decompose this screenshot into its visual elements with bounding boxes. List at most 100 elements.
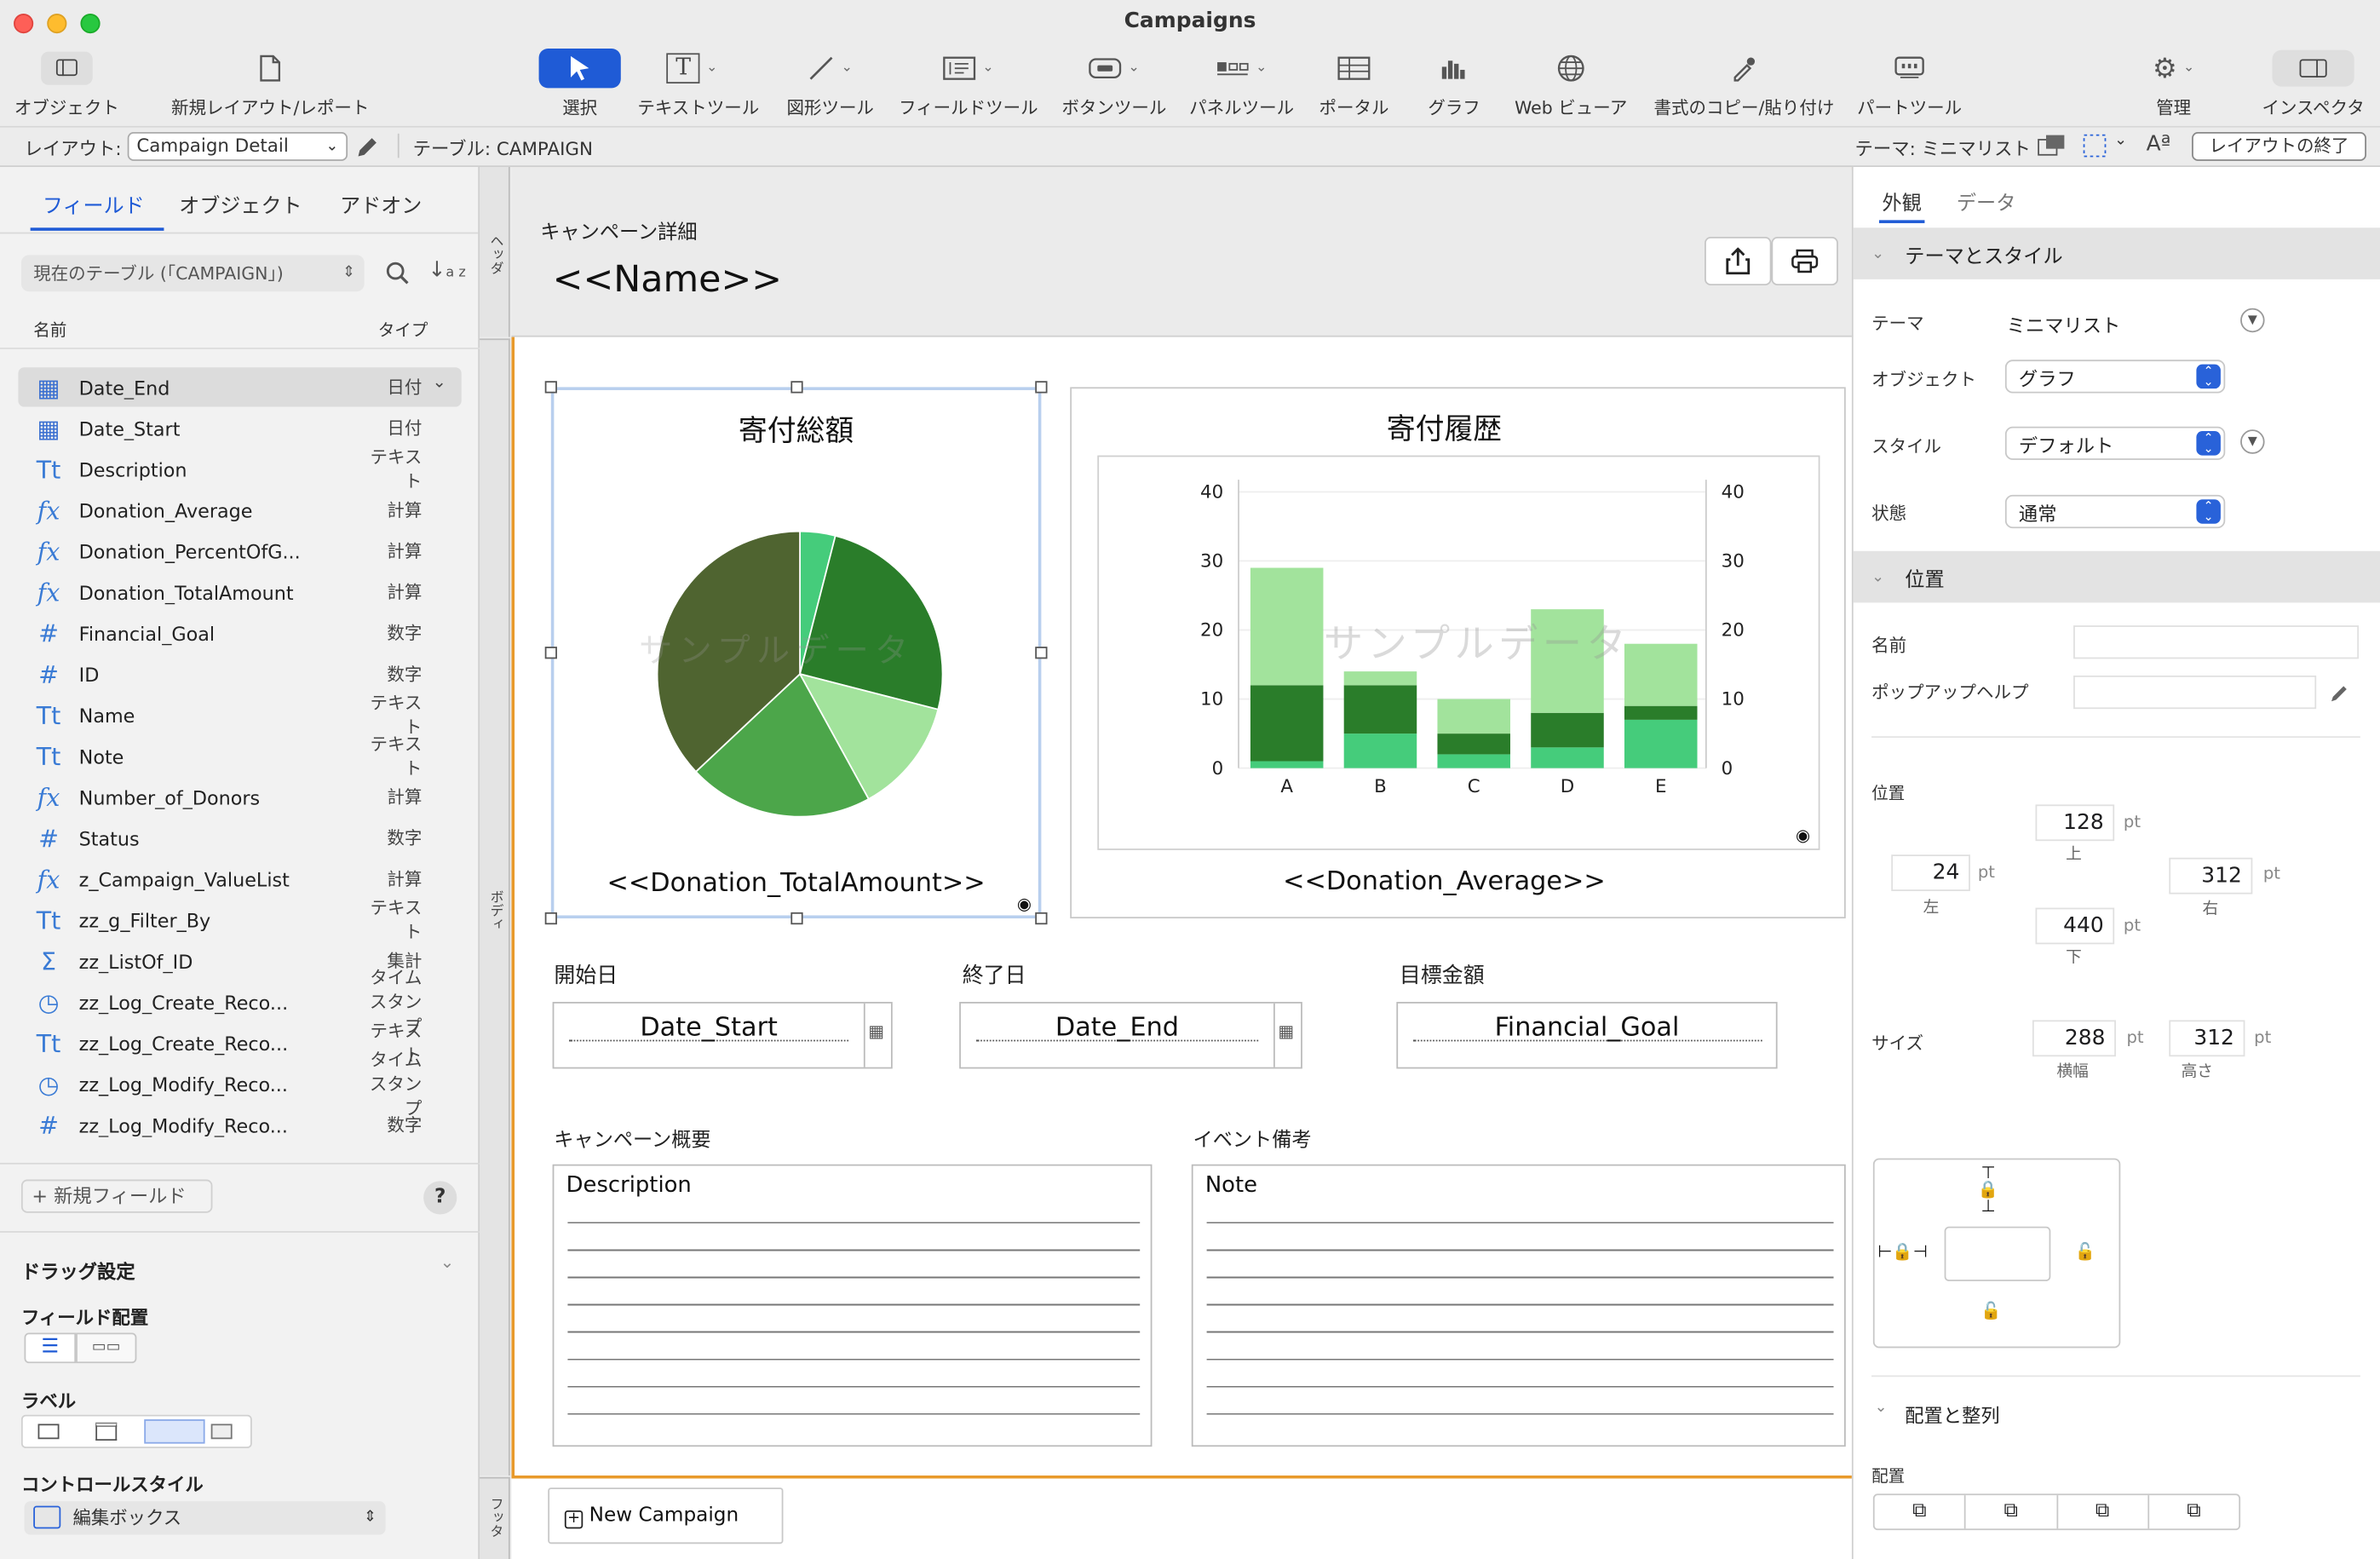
header-part-label[interactable]: ヘッダ xyxy=(480,167,510,337)
financial-goal-field[interactable]: Financial_Goal xyxy=(1396,1002,1778,1069)
format-painter-tool[interactable]: 書式のコピー/貼り付け xyxy=(1652,45,1837,119)
resize-handle[interactable] xyxy=(544,381,557,394)
resize-handle[interactable] xyxy=(1035,647,1048,659)
theme-icon[interactable] xyxy=(2037,134,2067,158)
chevron-down-icon[interactable]: ⌄ xyxy=(2114,132,2127,149)
start-date-field[interactable]: Date_Start ▦ xyxy=(552,1002,893,1069)
inspector-button[interactable]: インスペクタ xyxy=(2256,45,2371,119)
grid-icon[interactable] xyxy=(2083,134,2107,158)
left-anchor-lock-icon[interactable]: ⊢🔒⊣ xyxy=(1877,1242,1928,1262)
objects-button[interactable]: オブジェクト xyxy=(12,45,121,119)
bottom-anchor-unlock-icon[interactable]: 🔓 xyxy=(1980,1301,2001,1320)
style-menu-button[interactable]: ▼ xyxy=(2240,429,2265,454)
button-tool[interactable]: ⌄ ボタンツール xyxy=(1056,45,1171,119)
header-name-field[interactable]: <<Name>> xyxy=(553,258,783,301)
new-layout-button[interactable]: 新規レイアウト/レポート xyxy=(167,45,373,119)
tab-objects[interactable]: オブジェクト xyxy=(179,188,302,219)
position-right-input[interactable]: 312 xyxy=(2169,857,2253,895)
field-list-item[interactable]: Tt Description テキスト xyxy=(18,446,461,492)
field-tool[interactable]: ⌄ フィールドツール xyxy=(895,45,1041,119)
popup-help-input[interactable] xyxy=(2073,675,2317,710)
exit-layout-button[interactable]: レイアウトの終了 xyxy=(2192,132,2366,161)
bring-forward-icon[interactable]: ⧉ xyxy=(1966,1495,2058,1529)
web-viewer-tool[interactable]: Web ビューア xyxy=(1509,45,1633,119)
start-date-label[interactable]: 開始日 xyxy=(554,959,618,990)
bar-chart-object[interactable]: 寄付履歴 0 0 10 10 20 20 30 30 40 40 A B C D E サンプルデータ <<D… xyxy=(1070,387,1846,919)
arrange-align-section[interactable]: 配置と整列 xyxy=(1905,1400,1999,1429)
resize-handle[interactable] xyxy=(544,912,557,925)
body-part-label[interactable]: ボディ xyxy=(480,338,510,1476)
chevron-down-icon[interactable]: ⌄ xyxy=(440,1252,454,1272)
field-list-item[interactable]: Tt Note テキスト xyxy=(18,733,461,779)
new-campaign-button[interactable]: + New Campaign xyxy=(548,1487,784,1545)
field-list-item[interactable]: ▦ Date_Start 日付 xyxy=(18,408,461,447)
field-list-item[interactable]: # zz_Log_Modify_Reco... 数字 xyxy=(18,1105,461,1144)
table-select[interactable]: 現在のテーブル (「CAMPAIGN」) ⇕ xyxy=(20,255,365,292)
shape-tool[interactable]: ⌄ 図形ツール xyxy=(783,45,877,119)
theme-menu-button[interactable]: ▼ xyxy=(2240,308,2265,333)
print-button[interactable] xyxy=(1771,236,1838,285)
font-icon[interactable]: Aª xyxy=(2147,132,2171,157)
panel-tool[interactable]: ⌄ パネルツール xyxy=(1184,45,1299,119)
select-tool[interactable]: 選択 xyxy=(538,45,623,119)
field-list-item[interactable]: # ID 数字 xyxy=(18,654,461,693)
sort-icon[interactable]: ↓a z xyxy=(428,258,465,283)
footer-part-label[interactable]: フッタ xyxy=(480,1476,510,1559)
end-date-label[interactable]: 終了日 xyxy=(963,959,1026,990)
state-select[interactable]: 通常 ⌃ ⌄ xyxy=(2004,494,2226,529)
field-list-item[interactable]: Tt zz_g_Filter_By テキスト xyxy=(18,897,461,942)
size-width-input[interactable]: 288 xyxy=(2032,1020,2116,1057)
layout-select[interactable]: Campaign Detail ⌄ xyxy=(127,132,348,161)
field-placement-horizontal-button[interactable]: ▭▭ xyxy=(76,1332,137,1364)
field-list-item[interactable]: ▦ Date_End 日付 ⌄ xyxy=(18,367,462,407)
resize-handle[interactable] xyxy=(790,381,803,394)
field-list-item[interactable]: # Financial_Goal 数字 xyxy=(18,613,461,653)
field-list-item[interactable]: fx Number_of_Donors 計算 xyxy=(18,777,461,816)
field-list-item[interactable]: fx z_Campaign_ValueList 計算 xyxy=(18,860,461,899)
pencil-icon[interactable] xyxy=(2330,682,2351,703)
size-height-input[interactable]: 312 xyxy=(2169,1020,2245,1057)
tab-fields[interactable]: フィールド xyxy=(43,188,145,219)
part-tool[interactable]: パートツール xyxy=(1854,45,1963,119)
field-list-item[interactable]: ◷ zz_Log_Modify_Reco... タイムスタンプ xyxy=(18,1049,461,1119)
pie-chart-object[interactable]: 寄付総額 サンプルデータ <<Donation_TotalAmount>> ◉ xyxy=(550,387,1042,919)
resize-handle[interactable] xyxy=(790,912,803,925)
style-select[interactable]: デフォルト ⌃ ⌄ xyxy=(2004,426,2226,460)
financial-goal-label[interactable]: 目標金額 xyxy=(1400,959,1485,990)
object-type-select[interactable]: グラフ ⌃ ⌄ xyxy=(2004,360,2226,394)
pencil-icon[interactable] xyxy=(355,135,380,160)
field-list-item[interactable]: # Status 数字 xyxy=(18,818,461,857)
layout-canvas[interactable]: キャンペーン詳細 <<Name>> 寄付総額 サンプルデータ <<Donatio… xyxy=(511,167,1852,1559)
resize-handle[interactable] xyxy=(1035,912,1048,925)
manage-button[interactable]: ⚙ ⌄ 管理 xyxy=(2134,45,2213,119)
top-anchor-lock-icon[interactable]: ⊤ 🔒 ⊥ xyxy=(1978,1165,1998,1215)
label-none-button[interactable] xyxy=(37,1424,60,1440)
resize-handle[interactable] xyxy=(544,647,557,659)
position-section[interactable]: ⌄ 位置 xyxy=(1853,550,2380,603)
portal-tool[interactable]: ポータル xyxy=(1312,45,1397,119)
end-date-field[interactable]: Date_End ▦ xyxy=(959,1002,1302,1069)
field-placement-vertical-button[interactable]: ☰ xyxy=(24,1332,77,1364)
new-field-button[interactable]: + 新規フィールド xyxy=(20,1179,213,1213)
object-name-input[interactable] xyxy=(2073,625,2360,659)
theme-style-section[interactable]: ⌄ テーマとスタイル xyxy=(1853,227,2380,279)
chevron-down-icon[interactable]: ⌄ xyxy=(1875,1400,1888,1417)
note-label[interactable]: イベント備考 xyxy=(1193,1124,1312,1153)
control-style-select[interactable]: 編集ボックス ⇕ xyxy=(24,1501,386,1535)
header-subtitle[interactable]: キャンペーン詳細 xyxy=(540,216,697,244)
field-list-item[interactable]: fx Donation_PercentOfG... 計算 xyxy=(18,532,461,571)
label-inside-button[interactable] xyxy=(210,1424,233,1440)
field-list-item[interactable]: fx Donation_TotalAmount 計算 xyxy=(18,572,461,612)
search-icon[interactable] xyxy=(386,261,411,285)
calendar-icon[interactable]: ▦ xyxy=(868,1021,884,1041)
description-field[interactable]: Description xyxy=(552,1164,1153,1447)
bring-to-front-icon[interactable]: ⧉ xyxy=(1875,1495,1967,1529)
note-field[interactable]: Note xyxy=(1191,1164,1846,1447)
label-top-button[interactable] xyxy=(95,1422,118,1441)
position-top-input[interactable]: 128 xyxy=(2035,804,2115,842)
description-label[interactable]: キャンペーン概要 xyxy=(554,1124,710,1153)
field-list-item[interactable]: Tt Name テキスト xyxy=(18,693,461,738)
help-button[interactable]: ? xyxy=(423,1181,457,1215)
share-button[interactable] xyxy=(1705,236,1772,285)
position-left-input[interactable]: 24 xyxy=(1891,854,1970,891)
